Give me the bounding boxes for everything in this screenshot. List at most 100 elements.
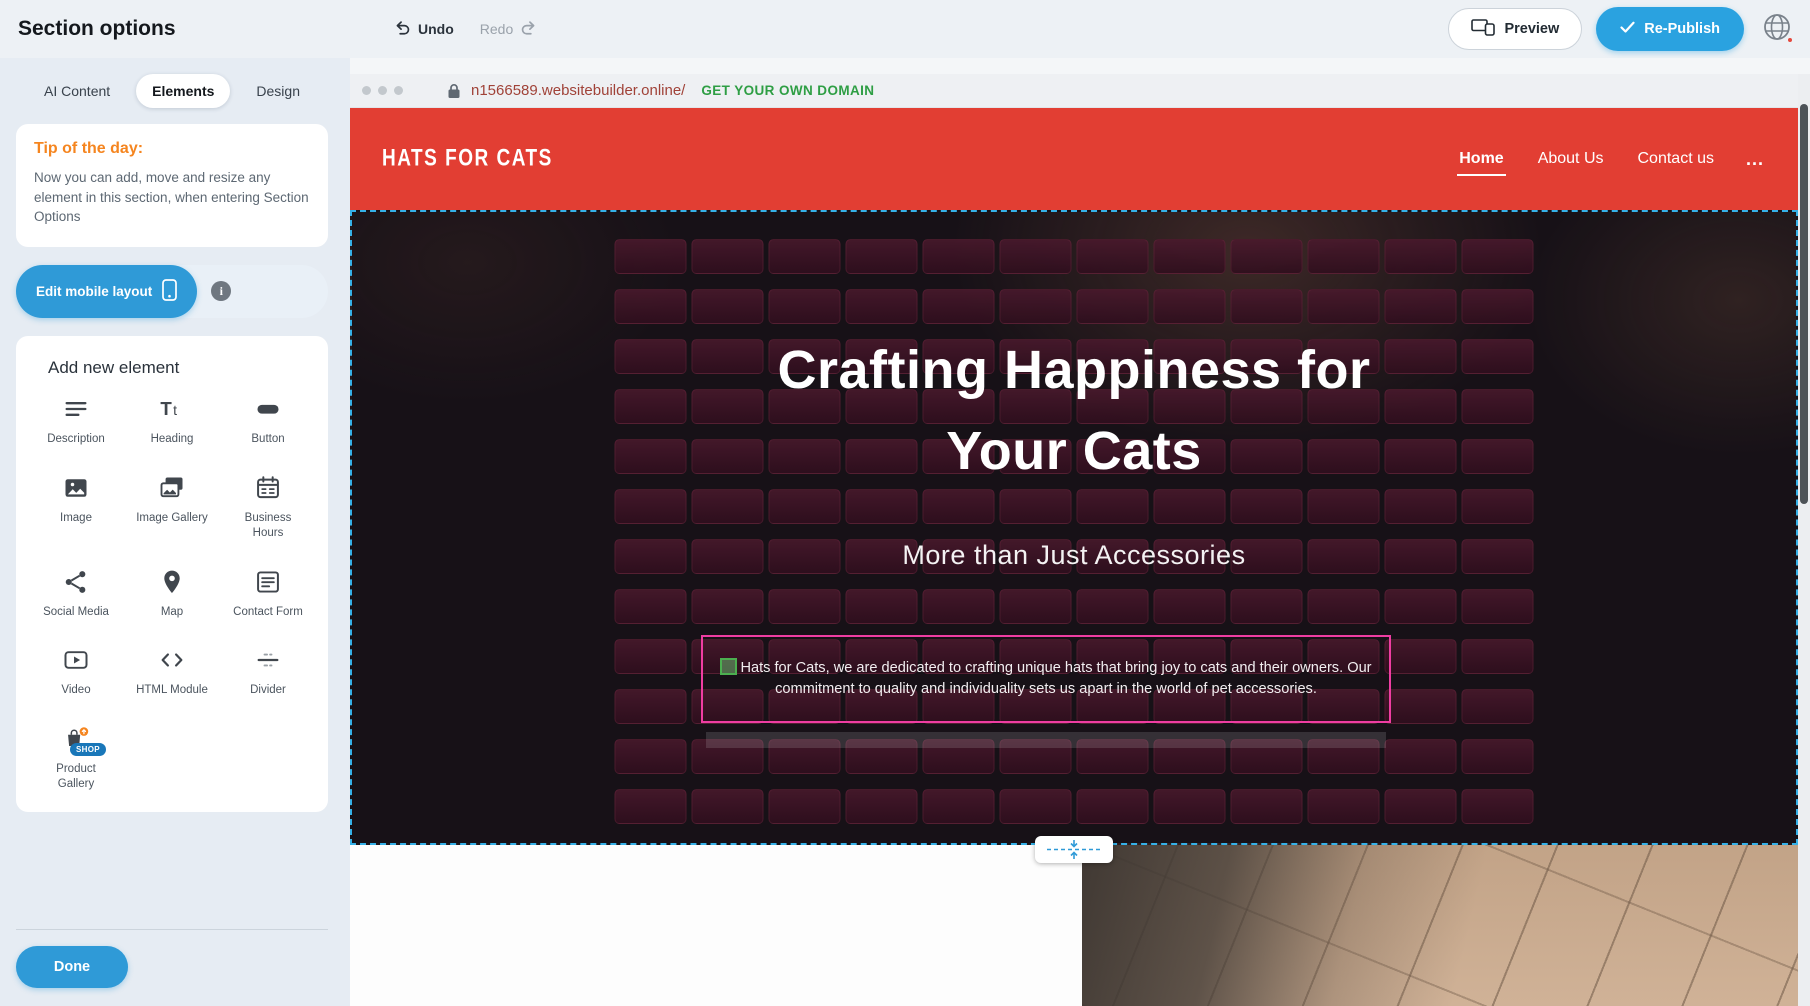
hero-tile [1462,439,1534,474]
scrollbar-thumb[interactable] [1800,104,1808,504]
hero-tile [1462,689,1534,724]
hero-tile [1231,239,1303,274]
element-label: Social Media [43,605,109,620]
hero-tile [846,589,918,624]
tab-design[interactable]: Design [240,74,316,108]
hero-subheading[interactable]: More than Just Accessories [724,540,1424,571]
selected-paragraph-element[interactable]: Hats for Cats, we are dedicated to craft… [701,635,1391,723]
hero-tile [1385,589,1457,624]
window-dots [362,86,403,95]
notification-dot [1786,36,1794,44]
video-icon [61,645,91,675]
hero-tile [615,589,687,624]
hero-tile [615,789,687,824]
site-logo[interactable]: HATS FOR CATS [382,145,553,173]
tip-of-the-day-card: Tip of the day: Now you can add, move an… [16,124,328,247]
hero-tile [1308,289,1380,324]
element-image[interactable]: Image [30,473,122,541]
element-video[interactable]: Video [30,645,122,698]
hero-tile [1154,589,1226,624]
add-new-element-panel: Add new element Description TtHeadingButt… [16,336,328,813]
tab-ai-content[interactable]: AI Content [28,74,126,108]
floor-photo[interactable] [1082,845,1798,1006]
hero-tile [846,789,918,824]
element-map[interactable]: Map [126,567,218,620]
element-contact-form[interactable]: Contact Form [222,567,314,620]
element-label: Contact Form [233,605,303,620]
hero-tile [1385,289,1457,324]
window-dot [394,86,403,95]
hero-tile [1462,639,1534,674]
next-section-background[interactable] [350,845,1082,1006]
element-label: Image [60,511,92,526]
hero-tile [923,489,995,524]
info-icon[interactable]: i [211,281,231,301]
nav-home[interactable]: Home [1457,144,1505,174]
nav-about-us[interactable]: About Us [1536,144,1606,174]
image-gallery-icon [157,473,187,503]
element-image-gallery[interactable]: Image Gallery [126,473,218,541]
redo-button[interactable]: Redo [480,20,537,38]
button-icon [253,394,283,424]
site-url[interactable]: n1566589.websitebuilder.online/ [471,82,685,99]
preview-scrollbar[interactable] [1798,74,1810,1006]
element-label: Heading [151,432,194,447]
element-label: Video [61,683,90,698]
html-module-icon [157,645,187,675]
hero-tile [615,239,687,274]
hero-tile [1385,239,1457,274]
element-label: Product Gallery [38,762,114,792]
element-heading[interactable]: TtHeading [126,394,218,447]
hero-tile [1462,489,1534,524]
republish-button[interactable]: Re-Publish [1596,7,1744,51]
hero-tile [692,589,764,624]
element-product-gallery[interactable]: SHOP Product Gallery [30,724,122,792]
topbar-actions: Preview Re-Publish [1448,7,1810,51]
element-label: Map [161,605,183,620]
tip-title: Tip of the day: [34,140,310,158]
hero-tile [1462,739,1534,774]
nav-contact-us[interactable]: Contact us [1636,144,1716,174]
hero-tile [1231,789,1303,824]
redo-icon [520,20,537,38]
add-new-element-title: Add new element [48,358,314,378]
nav-more-button[interactable]: ... [1746,149,1764,170]
product-gallery-icon: SHOP [61,724,91,754]
edit-mobile-layout-button[interactable]: Edit mobile layout [16,265,197,318]
section-options-sidebar: AI Content Elements Design Tip of the day:… [0,58,350,1006]
hero-tile [769,489,841,524]
element-drag-handle[interactable] [720,658,737,675]
tip-body: Now you can add, move and resize any ele… [34,168,310,227]
hero-tile [692,489,764,524]
element-description[interactable]: Description [30,394,122,447]
window-dot [378,86,387,95]
hero-tile [615,689,687,724]
element-social-media[interactable]: Social Media [30,567,122,620]
app-window: Section options Undo Redo Preview Re-Pub… [0,0,1810,1006]
element-business-hours[interactable]: Business Hours [222,473,314,541]
element-label: Description [47,432,105,447]
get-your-own-domain-link[interactable]: GET YOUR OWN DOMAIN [701,83,874,98]
hero-tile [923,289,995,324]
site-header[interactable]: HATS FOR CATS Home About Us Contact us ... [350,108,1798,210]
section-resize-handle[interactable] [1035,836,1113,863]
hero-tile [1308,239,1380,274]
element-html-module[interactable]: HTML Module [126,645,218,698]
element-divider[interactable]: Divider [222,645,314,698]
done-button[interactable]: Done [16,946,128,988]
hero-tile [1077,239,1149,274]
element-button[interactable]: Button [222,394,314,447]
undo-button[interactable]: Undo [394,20,454,38]
hero-tile [1385,739,1457,774]
language-globe-button[interactable] [1758,10,1796,48]
site-preview-canvas: n1566589.websitebuilder.online/ GET YOUR… [350,58,1810,1006]
hero-tile [1462,539,1534,574]
tab-elements[interactable]: Elements [136,74,230,108]
preview-button[interactable]: Preview [1448,8,1582,50]
shop-badge: SHOP [70,743,106,756]
hero-heading[interactable]: Crafting Happiness for Your Cats [734,330,1414,492]
hero-section[interactable]: Crafting Happiness for Your Cats More th… [350,210,1798,845]
hero-tile [769,239,841,274]
hero-tile [1077,589,1149,624]
map-icon [157,567,187,597]
